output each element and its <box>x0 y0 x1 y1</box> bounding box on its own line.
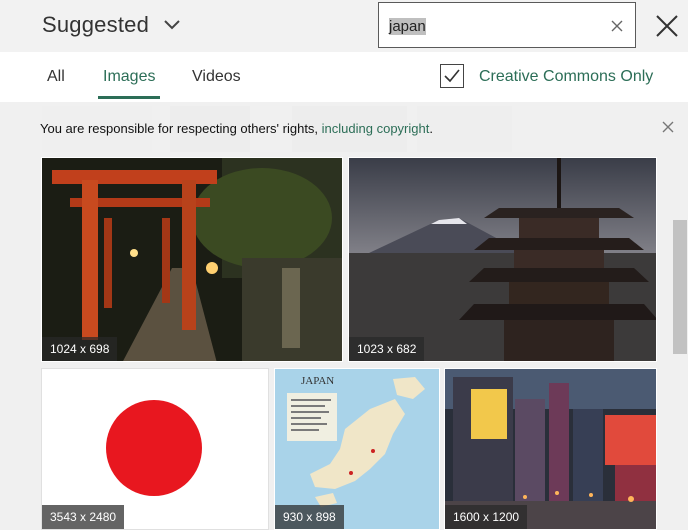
copyright-notice-bar: You are responsible for respecting other… <box>0 102 688 152</box>
tab-images[interactable]: Images <box>103 68 155 86</box>
image-dimensions: 930 x 898 <box>275 505 344 529</box>
tab-bar: All Images Videos Creative Commons Only <box>0 52 688 103</box>
search-input[interactable]: japan <box>378 2 636 48</box>
torii-gates-image <box>42 158 342 361</box>
active-tab-indicator <box>98 96 160 99</box>
image-result-map[interactable]: JAPAN 930 x 898 <box>274 368 440 530</box>
header: Suggested japan <box>0 0 688 52</box>
creative-commons-checkbox[interactable] <box>440 64 464 88</box>
copyright-notice-text: You are responsible for respecting other… <box>40 121 433 136</box>
image-result-flag[interactable]: 3543 x 2480 <box>41 368 269 530</box>
pagoda-image <box>349 158 656 361</box>
scrollbar-thumb[interactable] <box>673 220 687 354</box>
image-dimensions: 1600 x 1200 <box>445 505 528 529</box>
dismiss-notice-icon[interactable] <box>660 119 676 135</box>
image-dimensions: 3543 x 2480 <box>42 505 125 529</box>
image-result-torii-gates[interactable]: 1024 x 698 <box>41 157 343 362</box>
image-dimensions: 1024 x 698 <box>42 337 118 361</box>
image-dimensions: 1023 x 682 <box>349 337 425 361</box>
creative-commons-label[interactable]: Creative Commons Only <box>479 68 653 86</box>
close-icon[interactable] <box>650 9 684 43</box>
copyright-link[interactable]: including copyright <box>322 121 430 136</box>
tab-videos[interactable]: Videos <box>192 68 241 86</box>
chevron-down-icon[interactable] <box>162 14 182 34</box>
image-result-city-street[interactable]: 1600 x 1200 <box>444 368 657 530</box>
search-query-text: japan <box>389 18 426 35</box>
results-area: You are responsible for respecting other… <box>0 102 688 530</box>
checkmark-icon <box>444 69 460 83</box>
map-title: JAPAN <box>301 375 335 387</box>
image-result-pagoda[interactable]: 1023 x 682 <box>348 157 657 362</box>
tab-all[interactable]: All <box>47 68 65 86</box>
clear-search-icon[interactable] <box>609 18 625 34</box>
suggested-dropdown-label[interactable]: Suggested <box>42 12 149 38</box>
